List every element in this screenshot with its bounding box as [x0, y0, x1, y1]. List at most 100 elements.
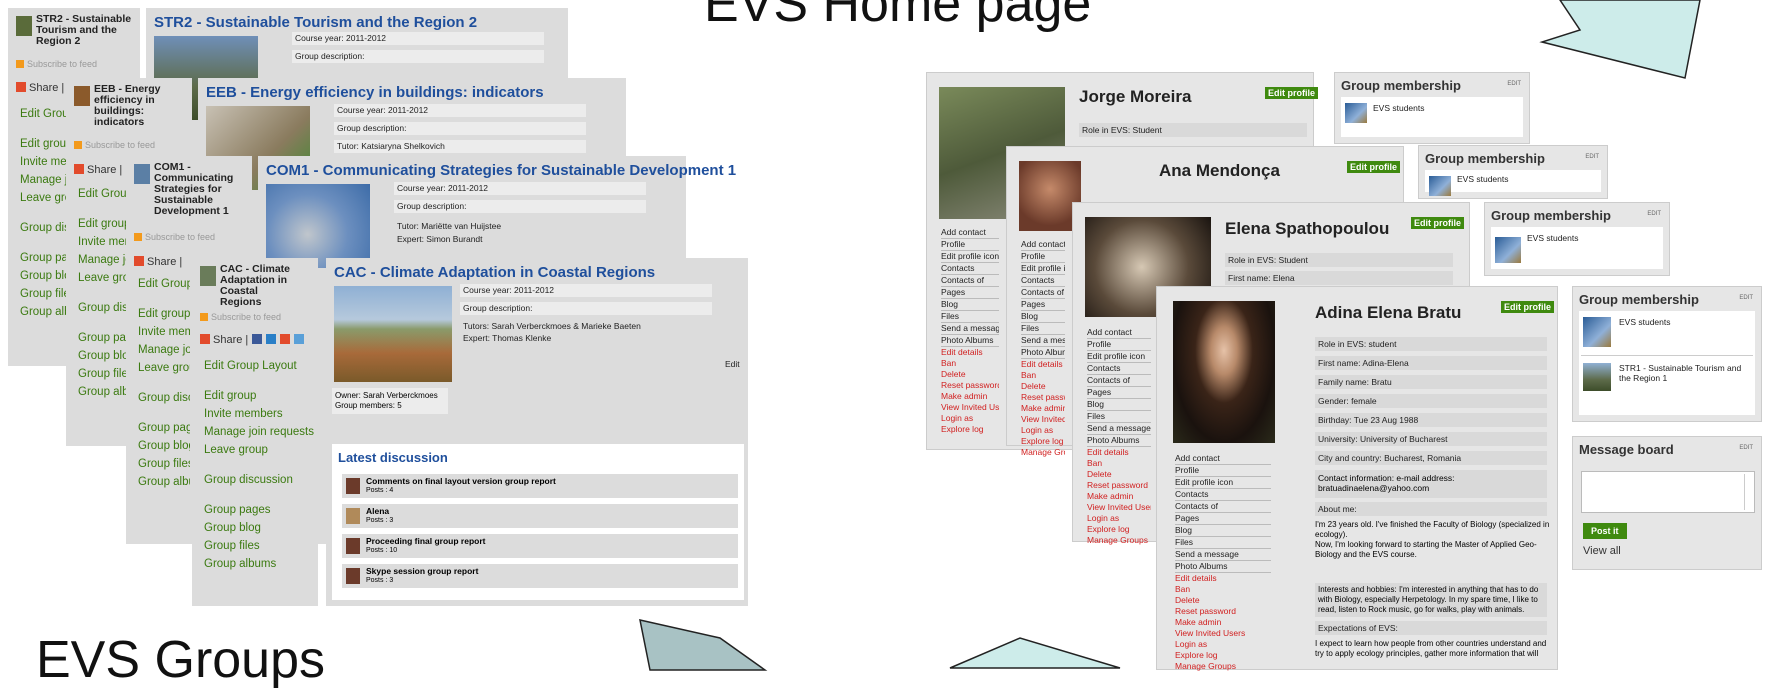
menu-item[interactable]: Contacts — [941, 263, 999, 275]
admin-item[interactable]: Reset password — [1087, 480, 1151, 491]
menu-item[interactable]: Add contact — [1021, 239, 1065, 251]
menu-item[interactable]: Contacts of — [941, 275, 999, 287]
social-icons[interactable] — [252, 334, 305, 344]
menu-item[interactable]: Photo Albums — [1087, 435, 1151, 447]
menu-item[interactable]: Contacts — [1175, 489, 1271, 501]
share-button[interactable]: Share | — [134, 256, 182, 268]
menu-manage[interactable]: Manage join requests — [204, 422, 314, 440]
admin-item[interactable]: Delete — [1087, 469, 1151, 480]
menu-pages[interactable]: Group pages — [78, 328, 130, 346]
admin-item[interactable]: Edit details — [1175, 573, 1271, 584]
menu-blog[interactable]: Group blog — [78, 346, 130, 364]
menu-item[interactable]: Contacts of — [1021, 287, 1065, 299]
menu-invite[interactable]: Invite members — [138, 322, 190, 340]
menu-item[interactable]: Send a message — [1087, 423, 1151, 435]
edit-link[interactable]: EDIT — [1585, 154, 1599, 160]
group-title[interactable]: EEB - Energy efficiency in buildings: in… — [206, 84, 544, 101]
discussion-item[interactable]: Proceeding final group report Posts : 10 — [342, 534, 738, 558]
menu-leave[interactable]: Leave group — [78, 268, 130, 286]
menu-item[interactable]: Files — [1087, 411, 1151, 423]
discussion-title[interactable]: Proceeding final group report — [366, 536, 485, 546]
menu-leave[interactable]: Leave group — [204, 440, 314, 458]
admin-item[interactable]: Make admin — [941, 391, 999, 402]
admin-item[interactable]: Make admin — [1175, 617, 1271, 628]
edit-profile-button[interactable]: Edit profile — [1501, 301, 1554, 313]
menu-item[interactable]: Profile — [941, 239, 999, 251]
subscribe-link[interactable]: Subscribe to feed — [200, 312, 281, 322]
subscribe-link[interactable]: Subscribe to feed — [16, 59, 97, 69]
menu-edit-layout[interactable]: Edit Group Layout — [78, 184, 130, 202]
menu-item[interactable]: Contacts of — [1175, 501, 1271, 513]
menu-item[interactable]: Profile — [1021, 251, 1065, 263]
discussion-item[interactable]: Alena Posts : 3 — [342, 504, 738, 528]
menu-item[interactable]: Photo Albums — [1175, 561, 1271, 573]
menu-item[interactable]: Blog — [1175, 525, 1271, 537]
menu-item[interactable]: Pages — [1175, 513, 1271, 525]
menu-invite[interactable]: Invite members — [204, 404, 314, 422]
menu-albums[interactable]: Group albums — [138, 472, 190, 490]
admin-item[interactable]: Login as — [1087, 513, 1151, 524]
menu-pages[interactable]: Group pages — [138, 418, 190, 436]
menu-item[interactable]: Profile — [1087, 339, 1151, 351]
admin-item[interactable]: Manage Groups — [1087, 535, 1151, 546]
membership-item[interactable]: EVS students — [1527, 233, 1579, 243]
menu-item[interactable]: Blog — [1087, 399, 1151, 411]
menu-discussion[interactable]: Group discussion — [78, 298, 130, 316]
menu-item[interactable]: Edit profile icon — [1175, 477, 1271, 489]
membership-item[interactable]: EVS students — [1457, 174, 1509, 184]
message-textarea[interactable] — [1581, 471, 1755, 513]
membership-item[interactable]: EVS students — [1619, 317, 1671, 327]
share-button[interactable]: Share | — [200, 334, 305, 346]
menu-item[interactable]: Send a message — [1175, 549, 1271, 561]
discussion-item[interactable]: Comments on final layout version group r… — [342, 474, 738, 498]
edit-link[interactable]: EDIT — [1507, 81, 1521, 87]
admin-item[interactable]: Delete — [1021, 381, 1065, 392]
edit-profile-button[interactable]: Edit profile — [1265, 87, 1318, 99]
menu-item[interactable]: Pages — [1021, 299, 1065, 311]
menu-item[interactable]: Contacts — [1087, 363, 1151, 375]
menu-item[interactable]: Edit profile icon — [941, 251, 999, 263]
discussion-item[interactable]: Skype session group report Posts : 3 — [342, 564, 738, 588]
admin-item[interactable]: Explore log — [941, 424, 999, 435]
discussion-title[interactable]: Comments on final layout version group r… — [366, 476, 556, 486]
menu-item[interactable]: Blog — [1021, 311, 1065, 323]
admin-item[interactable]: Ban — [1087, 458, 1151, 469]
group-title[interactable]: STR2 - Sustainable Tourism and the Regio… — [154, 14, 477, 31]
membership-item[interactable]: EVS students — [1373, 103, 1425, 113]
menu-item[interactable]: Pages — [1087, 387, 1151, 399]
menu-item[interactable]: Edit profile icon — [1021, 263, 1065, 275]
edit-profile-button[interactable]: Edit profile — [1347, 161, 1400, 173]
admin-item[interactable]: Delete — [1175, 595, 1271, 606]
share-button[interactable]: Share | — [74, 164, 122, 176]
menu-item[interactable]: Files — [1021, 323, 1065, 335]
menu-manage[interactable]: Manage join requests — [78, 250, 130, 268]
menu-files[interactable]: Group files — [78, 364, 130, 382]
admin-item[interactable]: Edit details — [941, 347, 999, 358]
edit-link[interactable]: EDIT — [1647, 211, 1661, 217]
discussion-title[interactable]: Alena — [366, 506, 389, 516]
edit-link[interactable]: EDIT — [1739, 295, 1753, 301]
admin-item[interactable]: Login as — [941, 413, 999, 424]
admin-item[interactable]: Manage Groups — [1021, 447, 1065, 458]
admin-item[interactable]: Delete — [941, 369, 999, 380]
menu-item[interactable]: Photo Albums — [1021, 347, 1065, 359]
discussion-title[interactable]: Skype session group report — [366, 566, 478, 576]
admin-item[interactable]: Manage Groups — [1175, 661, 1271, 672]
edit-link[interactable]: EDIT — [1739, 445, 1753, 451]
admin-item[interactable]: Ban — [941, 358, 999, 369]
menu-item[interactable]: Profile — [1175, 465, 1271, 477]
menu-edit-group[interactable]: Edit group — [204, 386, 314, 404]
contact-line-2[interactable]: bratuadinaelena@yahoo.com — [1318, 483, 1544, 493]
menu-edit-layout[interactable]: Edit Group Layout — [138, 274, 190, 292]
admin-item[interactable]: View Invited Users — [1175, 628, 1271, 639]
menu-files[interactable]: Group files — [138, 454, 190, 472]
admin-item[interactable]: Explore log — [1175, 650, 1271, 661]
subscribe-link[interactable]: Subscribe to feed — [134, 232, 215, 242]
menu-pages[interactable]: Group pages — [204, 500, 314, 518]
admin-item[interactable]: Reset password — [941, 380, 999, 391]
admin-item[interactable]: Explore log — [1021, 436, 1065, 447]
post-it-button[interactable]: Post it — [1583, 523, 1627, 539]
scrollbar[interactable] — [1744, 474, 1752, 510]
edit-link[interactable]: Edit — [722, 358, 746, 371]
menu-leave[interactable]: Leave group — [138, 358, 190, 376]
